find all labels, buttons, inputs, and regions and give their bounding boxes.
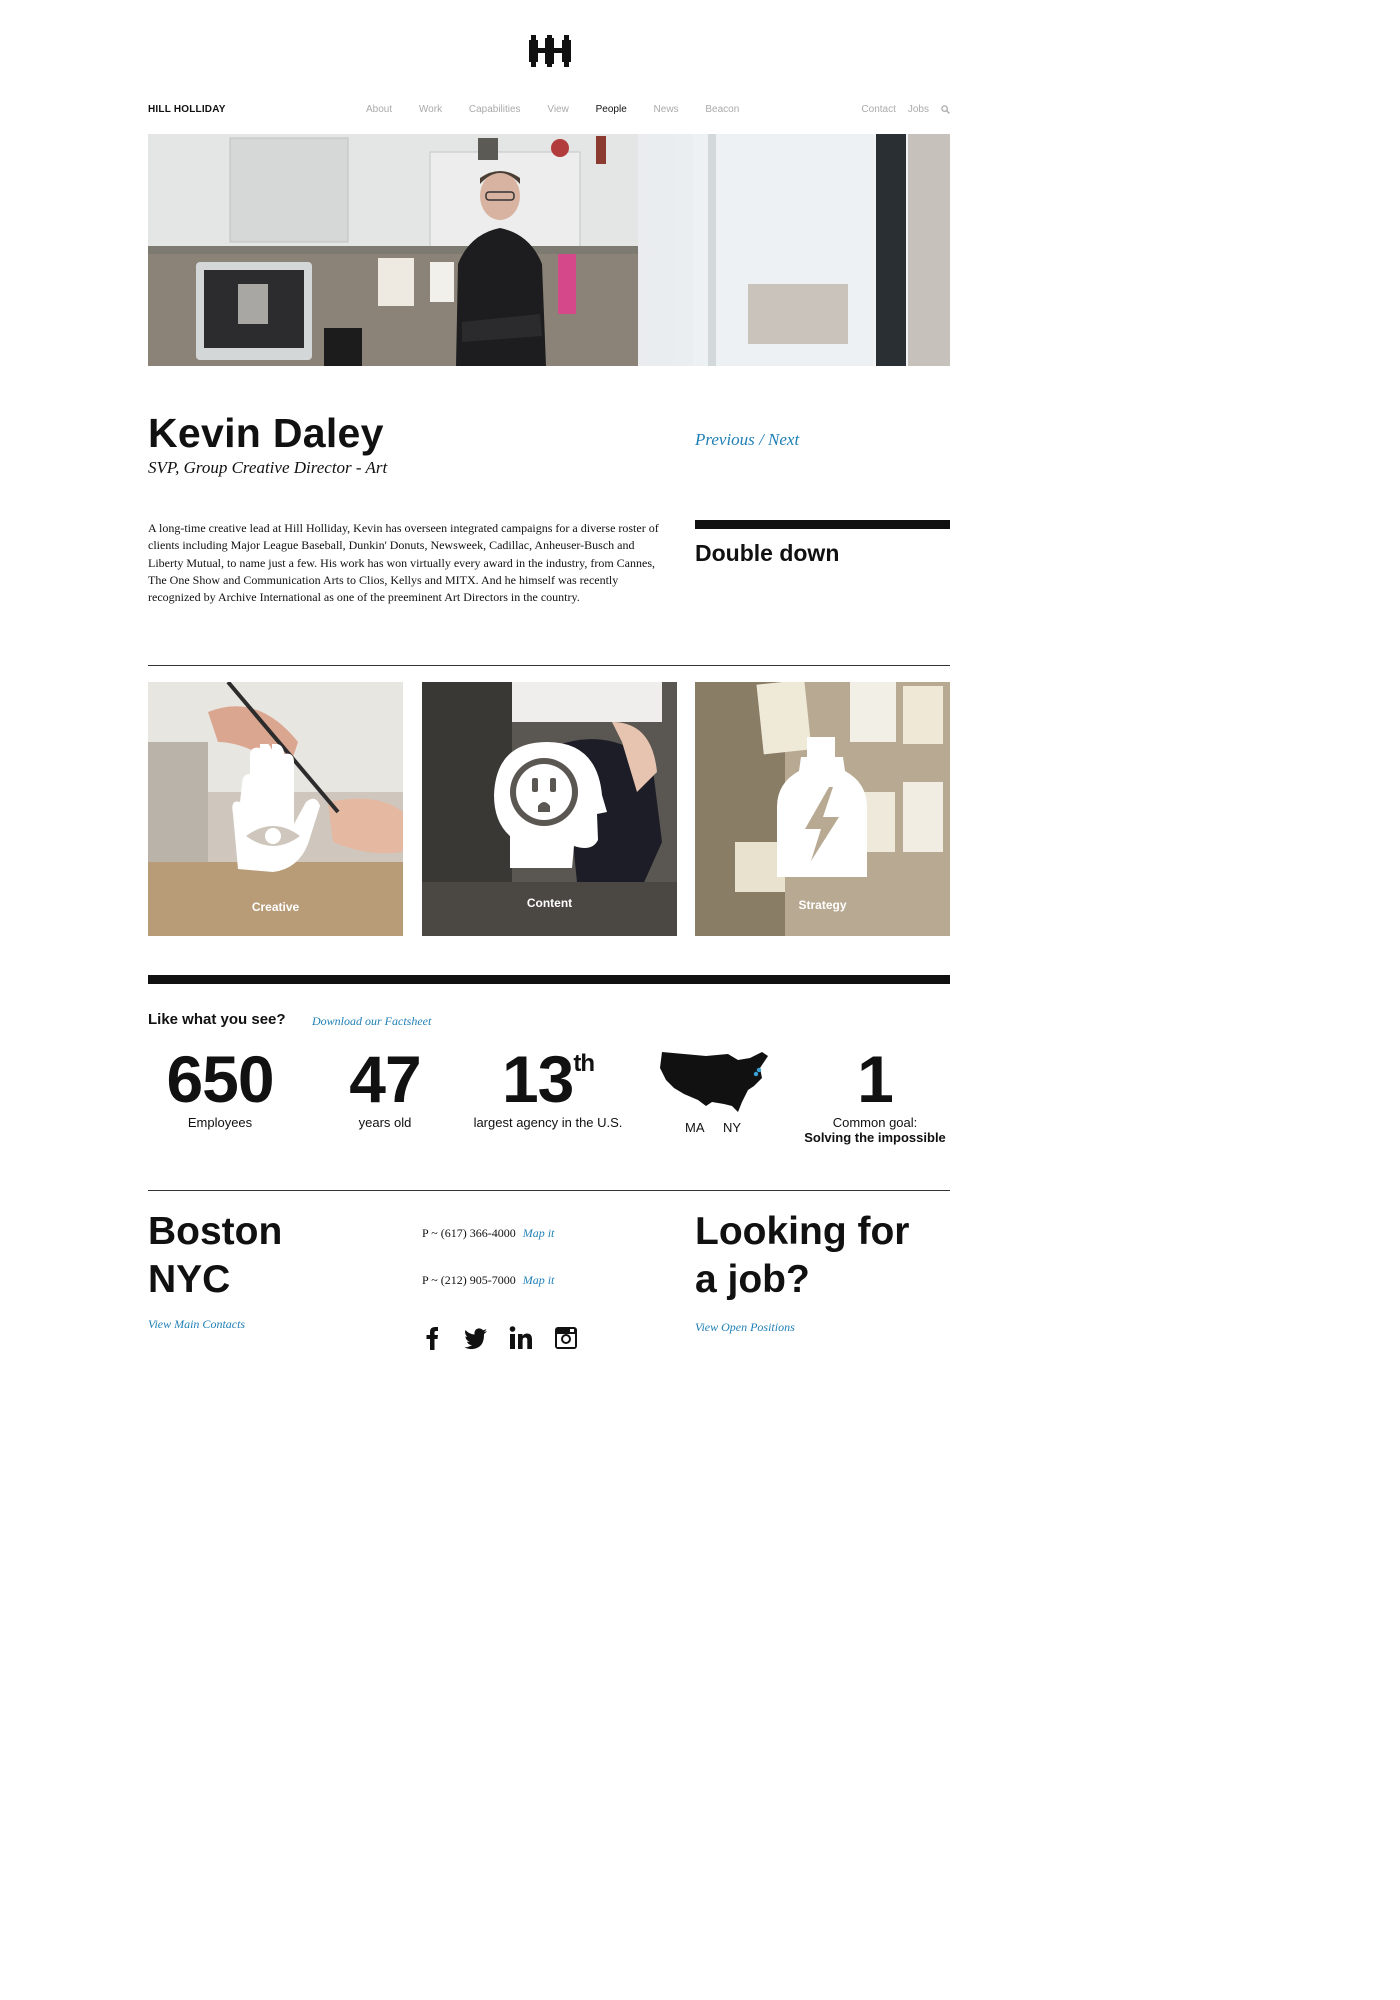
person-title: SVP, Group Creative Director - Art — [148, 458, 388, 477]
footer-divider — [148, 1190, 950, 1191]
us-map-icon — [660, 1052, 768, 1112]
linkedin-icon[interactable] — [508, 1325, 534, 1351]
main-nav: About Work Capabilities View People News… — [366, 104, 763, 115]
phone-number[interactable]: P ~ (617) 366-4000 — [422, 1226, 516, 1240]
stat-number: 650 — [166, 1042, 274, 1116]
stat-number: 47 — [349, 1042, 421, 1116]
facebook-icon[interactable] — [420, 1325, 446, 1351]
facts-divider — [148, 975, 950, 984]
map-it-link[interactable]: Map it — [523, 1226, 555, 1240]
brand-link[interactable]: HILL HOLLIDAY — [148, 104, 226, 115]
nav-people[interactable]: People — [596, 104, 627, 115]
person-bio: A long-time creative lead at Hill Hollid… — [148, 521, 659, 605]
phone-nyc: P ~ (212) 905-7000 Map it — [422, 1273, 554, 1288]
stat-label-bold: Solving the impossible — [804, 1130, 946, 1145]
phone-number[interactable]: P ~ (212) 905-7000 — [422, 1273, 516, 1287]
stat-label: Employees — [187, 1115, 253, 1130]
section-divider — [148, 665, 950, 666]
hh-logo-icon[interactable] — [529, 35, 571, 67]
previous-link[interactable]: Previous — [695, 430, 755, 449]
hand-eye-icon — [232, 744, 320, 872]
stat-label: largest agency in the U.S. — [473, 1115, 623, 1130]
stat-goal: 1 Common goal: Solving the impossible — [800, 1041, 950, 1145]
city-nyc: NYC — [148, 1258, 231, 1301]
download-factsheet-link[interactable]: Download our Factsheet — [312, 1014, 431, 1029]
next-link[interactable]: Next — [768, 430, 799, 449]
nav-capabilities[interactable]: Capabilities — [469, 104, 521, 115]
feature-divider — [695, 520, 950, 529]
tile-content[interactable]: Content — [422, 682, 677, 936]
tile-strategy[interactable]: Strategy — [695, 682, 950, 936]
utility-nav: Contact Jobs — [861, 104, 950, 115]
head-outlet-icon — [494, 742, 607, 868]
stat-label: years old — [358, 1115, 412, 1130]
nav-work[interactable]: Work — [419, 104, 442, 115]
stat-years: 47 years old — [325, 1041, 445, 1130]
jobs-heading-line2: a job? — [695, 1258, 810, 1301]
feature-title-link[interactable]: Double down — [695, 540, 839, 567]
tile-label: Strategy — [798, 898, 847, 912]
nav-beacon[interactable]: Beacon — [705, 104, 739, 115]
nav-view[interactable]: View — [547, 104, 569, 115]
view-open-positions-link[interactable]: View Open Positions — [695, 1320, 795, 1335]
facts-heading: Like what you see? — [148, 1011, 286, 1028]
tile-creative[interactable]: Creative — [148, 682, 403, 936]
view-main-contacts-link[interactable]: View Main Contacts — [148, 1317, 245, 1332]
bottle-lightning-icon — [777, 737, 867, 877]
stat-label: Common goal: — [832, 1115, 918, 1130]
hero-image — [148, 134, 950, 366]
twitter-icon[interactable] — [463, 1325, 489, 1351]
nav-jobs[interactable]: Jobs — [908, 104, 929, 115]
person-name: Kevin Daley — [148, 410, 384, 456]
prev-next-nav: Previous / Next — [695, 430, 799, 450]
tile-label: Content — [526, 896, 573, 910]
stat-number-wrap: 13th — [468, 1041, 628, 1117]
jobs-heading: Looking for a job? — [695, 1208, 909, 1304]
state-ma: MA — [685, 1120, 705, 1135]
jobs-heading-line1: Looking for — [695, 1210, 910, 1253]
stat-employees: 650 Employees — [150, 1041, 290, 1130]
nav-news[interactable]: News — [654, 104, 679, 115]
stat-number: 13 — [501, 1042, 574, 1116]
map-it-link[interactable]: Map it — [523, 1273, 555, 1287]
phone-boston: P ~ (617) 366-4000 Map it — [422, 1226, 554, 1241]
city-boston: Boston — [148, 1210, 283, 1253]
prev-next-separator: / — [759, 430, 764, 449]
instagram-icon[interactable] — [553, 1325, 579, 1351]
state-ny: NY — [723, 1120, 742, 1135]
stat-rank: 13th largest agency in the U.S. — [468, 1041, 628, 1130]
stat-suffix: th — [573, 1050, 595, 1077]
stat-number: 1 — [857, 1042, 894, 1116]
search-icon[interactable] — [941, 105, 950, 114]
tile-label: Creative — [251, 900, 300, 914]
nav-contact[interactable]: Contact — [861, 104, 895, 115]
nav-about[interactable]: About — [366, 104, 392, 115]
